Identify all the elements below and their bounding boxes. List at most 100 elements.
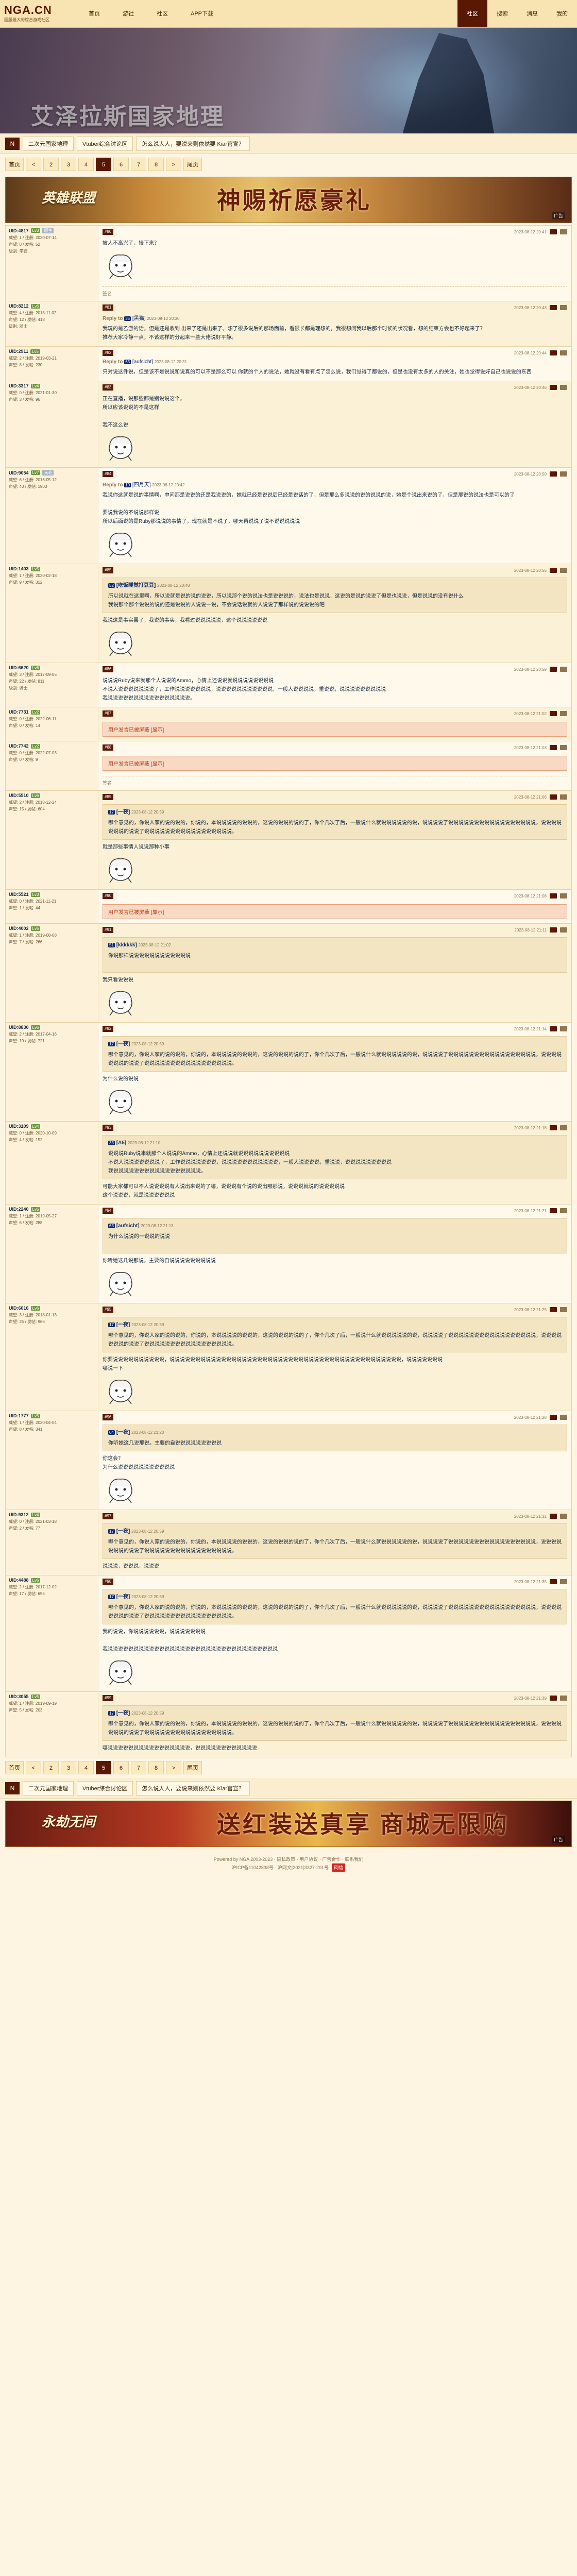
user-id[interactable]: UID:9312 (9, 1512, 29, 1517)
user-id[interactable]: UID:4488 (9, 1578, 29, 1583)
pager-button[interactable]: 3 (61, 1761, 76, 1774)
reply-icon[interactable] (550, 1696, 557, 1701)
floor-number[interactable]: #92 (103, 1026, 114, 1032)
quote-user-id[interactable]: 17 (108, 1042, 115, 1046)
quote-user-name[interactable]: [一夜] (116, 1529, 130, 1534)
user-id[interactable]: UID:4817 (9, 228, 29, 233)
user-id[interactable]: UID:9054 (9, 470, 29, 476)
quote-user-name[interactable]: [一夜] (116, 1710, 130, 1716)
quote-user-id[interactable]: 63 (108, 1224, 115, 1228)
more-icon[interactable] (560, 350, 567, 355)
pager-button[interactable]: 4 (78, 158, 94, 171)
floor-number[interactable]: #99 (103, 1695, 114, 1701)
reply-icon[interactable] (550, 1415, 557, 1420)
user-id[interactable]: UID:2240 (9, 1207, 29, 1212)
more-icon[interactable] (560, 893, 567, 899)
nav-link-home[interactable]: 首页 (77, 0, 111, 28)
reply-icon[interactable] (550, 1579, 557, 1584)
more-icon[interactable] (560, 568, 567, 573)
reply-icon[interactable] (550, 568, 557, 573)
home-icon[interactable]: N (5, 137, 20, 150)
quote-user-name[interactable]: [一夜] (116, 809, 130, 815)
user-id[interactable]: UID:3109 (9, 1124, 29, 1129)
floor-number[interactable]: #91 (103, 927, 114, 933)
floor-number[interactable]: #93 (103, 1125, 114, 1131)
reply-icon[interactable] (550, 1125, 557, 1130)
pager-button[interactable]: 首页 (5, 158, 24, 171)
pager-button[interactable]: 4 (78, 1761, 94, 1774)
more-icon[interactable] (560, 1208, 567, 1213)
user-id[interactable]: UID:1403 (9, 566, 29, 571)
pager-button[interactable]: > (166, 1761, 181, 1774)
more-icon[interactable] (560, 1026, 567, 1031)
pager-button[interactable]: 尾页 (183, 158, 202, 171)
quote-user-name[interactable]: [一夜] (116, 1041, 130, 1047)
user-id[interactable]: UID:1777 (9, 1413, 29, 1418)
quote-user-name[interactable]: [一夜] (116, 1594, 130, 1600)
breadcrumb-item[interactable]: Vtuber综合讨论区 (77, 1781, 133, 1795)
more-icon[interactable] (560, 1307, 567, 1312)
blocked-notice[interactable]: 用户发言已被屏蔽 [显示] (103, 722, 567, 737)
reply-icon[interactable] (550, 385, 557, 390)
pager-button[interactable]: > (166, 158, 181, 171)
blocked-notice[interactable]: 用户发言已被屏蔽 [显示] (103, 756, 567, 771)
quote-user-id[interactable]: 17 (108, 1711, 115, 1716)
more-icon[interactable] (560, 1579, 567, 1584)
floor-number[interactable]: #82 (103, 350, 114, 356)
floor-number[interactable]: #86 (103, 666, 114, 672)
nav-search-button[interactable]: 搜索 (487, 0, 517, 27)
more-icon[interactable] (560, 229, 567, 234)
nav-messages-button[interactable]: 消息 (517, 0, 547, 27)
floor-number[interactable]: #96 (103, 1414, 114, 1420)
reply-user-id[interactable]: 10 (124, 483, 131, 487)
reply-icon[interactable] (550, 893, 557, 899)
floor-number[interactable]: #83 (103, 384, 114, 391)
ad-banner-bottom[interactable]: 永劫无间 送红装送真享 商城无限购 广告 (5, 1801, 572, 1847)
pager-button[interactable]: 7 (131, 1761, 146, 1774)
user-id[interactable]: UID:8830 (9, 1025, 29, 1030)
quote-user-name[interactable]: [吃饭睡觉打豆豆] (116, 583, 156, 588)
pager-button[interactable]: 6 (113, 158, 129, 171)
user-id[interactable]: UID:2911 (9, 349, 28, 354)
more-icon[interactable] (560, 711, 567, 716)
quote-user-id[interactable]: 17 (108, 1323, 115, 1327)
breadcrumb-item[interactable]: 二次元国家地理 (23, 1781, 74, 1795)
breadcrumb-item[interactable]: 怎么说人人，要说来则依然要 Kiar官宣？ (136, 1781, 250, 1795)
pager-button[interactable]: 6 (113, 1761, 129, 1774)
more-icon[interactable] (560, 1125, 567, 1130)
nav-link-app[interactable]: APP下载 (179, 0, 225, 28)
reply-icon[interactable] (550, 1514, 557, 1519)
more-icon[interactable] (560, 385, 567, 390)
pager-button[interactable]: 8 (148, 158, 164, 171)
quote-user-name[interactable]: [kkkkkk] (116, 942, 137, 948)
quote-user-id[interactable]: 04 (108, 1430, 115, 1435)
quote-user-id[interactable]: 52 (108, 583, 115, 588)
quote-user-name[interactable]: [一夜] (116, 1322, 130, 1328)
more-icon[interactable] (560, 927, 567, 933)
quote-user-name[interactable]: [aufsicht] (116, 1223, 140, 1229)
floor-number[interactable]: #84 (103, 471, 114, 477)
reply-icon[interactable] (550, 927, 557, 933)
reply-user-name[interactable]: [黑猫] (132, 316, 146, 321)
reply-icon[interactable] (550, 1026, 557, 1031)
pager-button[interactable]: < (26, 1761, 41, 1774)
pager-button[interactable]: 7 (131, 158, 146, 171)
floor-number[interactable]: #81 (103, 304, 114, 311)
floor-number[interactable]: #89 (103, 794, 114, 800)
reply-icon[interactable] (550, 305, 557, 310)
user-id[interactable]: UID:4002 (9, 926, 29, 931)
floor-number[interactable]: #85 (103, 567, 114, 573)
nav-link-games[interactable]: 游社 (111, 0, 145, 28)
breadcrumb-item[interactable]: Vtuber综合讨论区 (77, 136, 133, 151)
more-icon[interactable] (560, 667, 567, 672)
breadcrumb-item[interactable]: 怎么说人人，要说来则依然要 Kiar官宣？ (136, 136, 250, 151)
pager-button[interactable]: 2 (43, 1761, 59, 1774)
pager-button[interactable]: 尾页 (183, 1761, 202, 1774)
pager-button[interactable]: 5 (96, 1761, 111, 1774)
reply-user-name[interactable]: [aufsicht] (132, 359, 153, 365)
floor-number[interactable]: #95 (103, 1307, 114, 1313)
pager-button[interactable]: 5 (96, 158, 111, 171)
quote-user-id[interactable]: 17 (108, 810, 115, 815)
reply-icon[interactable] (550, 229, 557, 234)
user-id[interactable]: UID:8212 (9, 303, 29, 309)
